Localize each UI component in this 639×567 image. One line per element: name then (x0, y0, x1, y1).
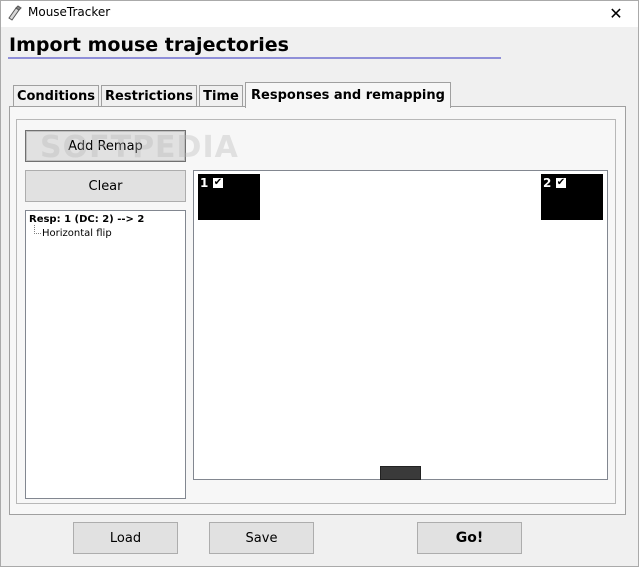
close-button[interactable]: ✕ (593, 0, 639, 27)
tab-time[interactable]: Time (199, 85, 243, 106)
response-box-1[interactable]: 1 ✔ (198, 174, 260, 220)
tree-item-horizontal-flip[interactable]: Horizontal flip (42, 228, 112, 239)
response-box-2[interactable]: 2 ✔ (541, 174, 603, 220)
load-button[interactable]: Load (73, 522, 178, 554)
softpedia-watermark: SOFTPEDIA (40, 130, 239, 165)
response-number: 1 (200, 176, 209, 190)
title-bar: MouseTracker ✕ (0, 0, 639, 27)
tree-item-response-remap[interactable]: Resp: 1 (DC: 2) --> 2 (29, 214, 144, 225)
tab-restrictions[interactable]: Restrictions (101, 85, 197, 106)
response-checkbox-2[interactable]: ✔ (555, 177, 567, 189)
title-underline (8, 57, 501, 59)
mouse-tracker-app-icon (8, 5, 22, 21)
start-button-marker (380, 466, 421, 480)
response-number: 2 (543, 176, 552, 190)
response-checkbox-1[interactable]: ✔ (212, 177, 224, 189)
remap-tree[interactable]: Resp: 1 (DC: 2) --> 2 Horizontal flip (25, 210, 186, 499)
tree-connector (34, 233, 41, 234)
page-title: Import mouse trajectories (9, 34, 289, 56)
clear-button[interactable]: Clear (25, 170, 186, 202)
window-title: MouseTracker (28, 5, 111, 19)
tab-responses-and-remapping[interactable]: Responses and remapping (245, 82, 451, 108)
save-button[interactable]: Save (209, 522, 314, 554)
close-icon: ✕ (609, 4, 623, 23)
go-button[interactable]: Go! (417, 522, 522, 554)
tab-conditions[interactable]: Conditions (13, 85, 99, 106)
response-layout-canvas[interactable]: 1 ✔ 2 ✔ (193, 170, 608, 480)
